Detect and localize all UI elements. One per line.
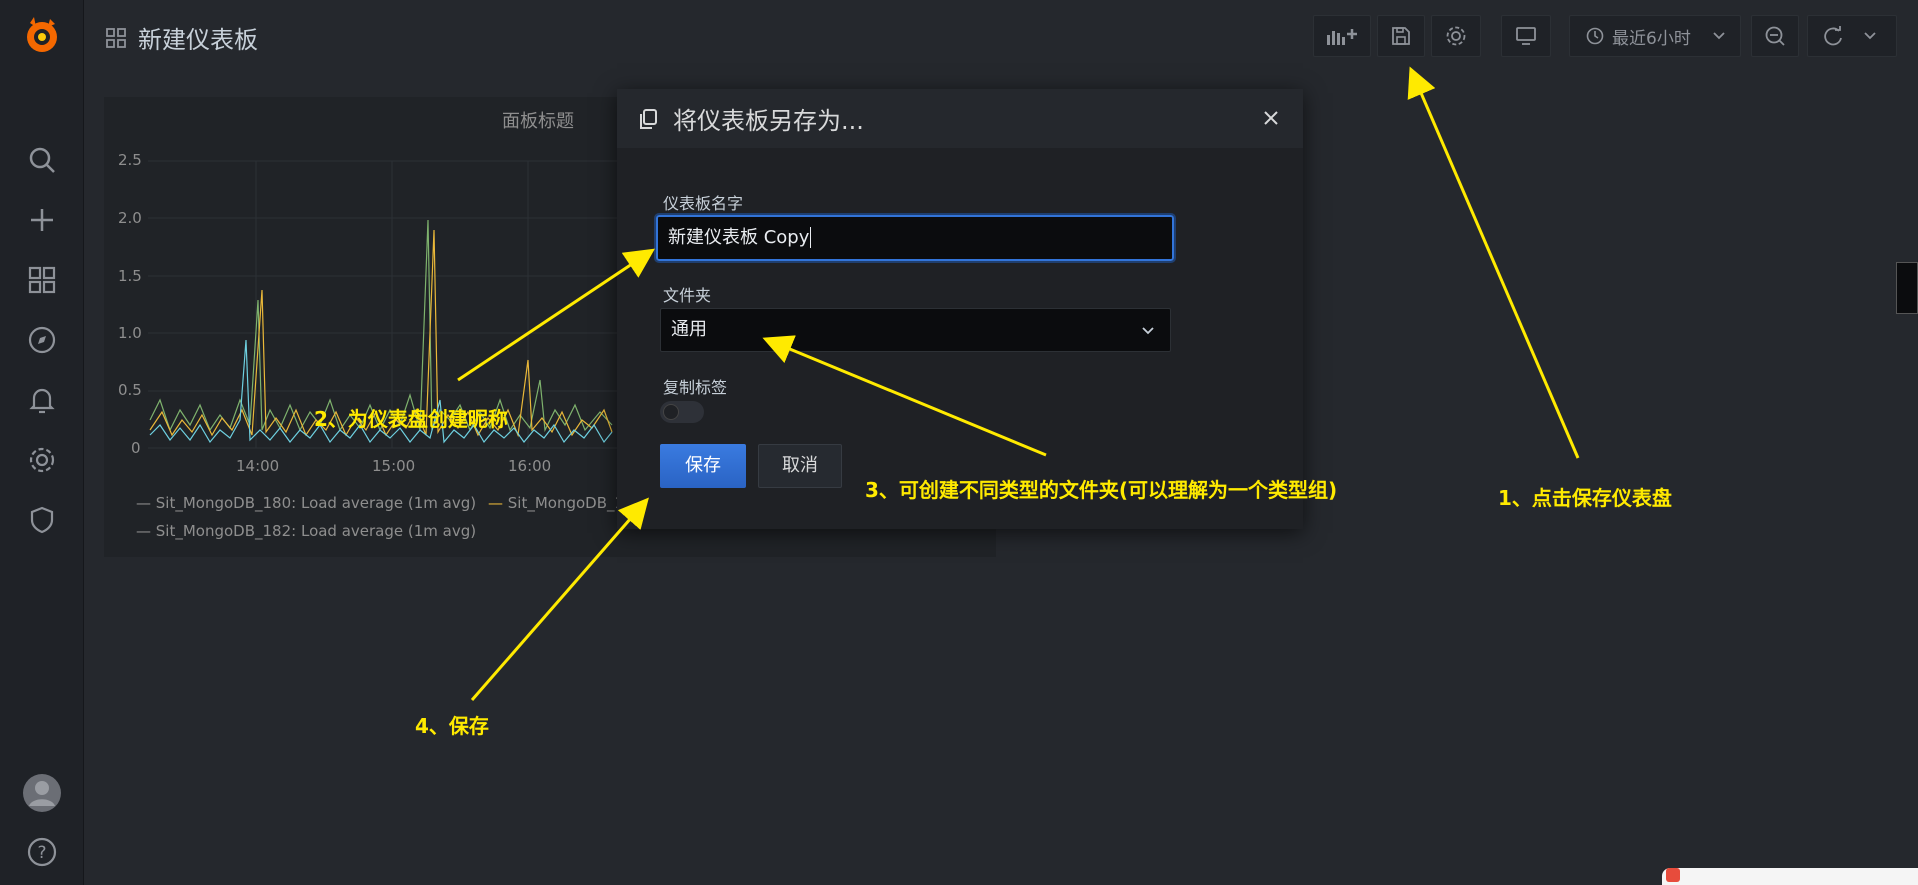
annotation-1: 1、点击保存仪表盘: [1498, 486, 1672, 510]
chevron-down-icon: [1713, 32, 1725, 40]
close-icon: [1264, 111, 1278, 125]
dashboard-title-text: 新建仪表板: [138, 26, 258, 54]
dashboard-name-label: 仪表板名字: [663, 194, 744, 213]
legend-label: Sit_MongoDB_180: Load average (1m avg): [155, 494, 477, 512]
sidebar: ?: [0, 0, 84, 885]
legend-item-181[interactable]: — Sit_MongoDB_18: [488, 494, 634, 512]
modal-header: 将仪表板另存为...: [617, 89, 1303, 148]
save-as-modal: 将仪表板另存为... 仪表板名字 新建仪表板 Copy 文件夹 通用 复制标签 …: [617, 89, 1303, 529]
refresh-interval-chevron-icon[interactable]: [1864, 32, 1876, 40]
time-range-picker[interactable]: 最近6小时: [1569, 15, 1741, 57]
x-tick-1400: 14:00: [236, 457, 280, 475]
copy-icon: [640, 108, 657, 129]
save-button[interactable]: 保存: [660, 444, 746, 488]
legend-item-182[interactable]: — Sit_MongoDB_182: Load average (1m avg): [136, 522, 476, 540]
zoom-out-button[interactable]: [1751, 15, 1799, 57]
copy-tags-label: 复制标签: [663, 378, 728, 397]
settings-gear-icon[interactable]: [21, 439, 63, 481]
y-tick-1.0: 1.0: [118, 324, 142, 342]
annotation-4: 4、保存: [415, 714, 489, 738]
save-dashboard-button[interactable]: [1377, 15, 1425, 57]
folder-label: 文件夹: [663, 286, 712, 305]
legend-label: Sit_MongoDB_18: [507, 494, 634, 512]
side-scroll-widget[interactable]: [1896, 262, 1918, 314]
folder-select[interactable]: 通用: [660, 308, 1171, 352]
dashboard-settings-button[interactable]: [1431, 15, 1481, 57]
annotation-2: 2、为仪表盘创建昵称: [314, 407, 508, 431]
search-icon[interactable]: [21, 139, 63, 181]
refresh-icon: [1824, 26, 1842, 46]
ime-logo-icon: [1666, 868, 1680, 882]
explore-compass-icon[interactable]: [21, 319, 63, 361]
zoom-out-icon: [1765, 26, 1785, 46]
shield-icon[interactable]: [21, 499, 63, 541]
ime-toolbar[interactable]: [1662, 868, 1918, 885]
dashboard-name-value: 新建仪表板 Copy: [668, 227, 810, 248]
chevron-down-icon: [1142, 327, 1154, 335]
y-tick-1.5: 1.5: [118, 267, 142, 285]
y-tick-2.0: 2.0: [118, 209, 142, 227]
add-panel-icon: [1327, 29, 1357, 45]
dashboards-icon[interactable]: [21, 259, 63, 301]
grafana-logo-icon[interactable]: [21, 14, 63, 56]
dashboard-grid-icon: [106, 27, 126, 48]
dashboard-name-input[interactable]: 新建仪表板 Copy: [654, 213, 1176, 263]
tv-mode-button[interactable]: [1501, 15, 1551, 57]
alerting-bell-icon[interactable]: [21, 379, 63, 421]
legend-label: Sit_MongoDB_182: Load average (1m avg): [155, 522, 477, 540]
monitor-icon: [1516, 27, 1536, 45]
time-range-label: 最近6小时: [1612, 28, 1691, 49]
y-tick-2.5: 2.5: [118, 151, 142, 169]
svg-text:?: ?: [37, 843, 46, 863]
legend-item-180[interactable]: — Sit_MongoDB_180: Load average (1m avg): [136, 494, 476, 512]
folder-value: 通用: [671, 319, 707, 340]
x-tick-1500: 15:00: [372, 457, 416, 475]
modal-title: 将仪表板另存为...: [673, 107, 864, 135]
x-tick-1600: 16:00: [508, 457, 552, 475]
refresh-button[interactable]: [1807, 15, 1897, 57]
copy-tags-toggle[interactable]: [660, 401, 704, 423]
y-tick-0: 0: [131, 439, 141, 457]
y-tick-0.5: 0.5: [118, 381, 142, 399]
save-icon: [1392, 27, 1410, 45]
gear-icon: [1446, 26, 1466, 46]
clock-icon: [1586, 27, 1604, 45]
add-panel-button[interactable]: [1313, 15, 1371, 57]
plus-icon[interactable]: [21, 199, 63, 241]
annotation-3: 3、可创建不同类型的文件夹(可以理解为一个类型组): [865, 478, 1338, 502]
help-icon[interactable]: ?: [21, 831, 63, 873]
toggle-knob: [663, 404, 679, 420]
user-avatar[interactable]: [21, 772, 63, 814]
cancel-button[interactable]: 取消: [758, 444, 842, 488]
dashboard-title[interactable]: 新建仪表板: [106, 20, 258, 55]
close-button[interactable]: [1259, 106, 1283, 130]
